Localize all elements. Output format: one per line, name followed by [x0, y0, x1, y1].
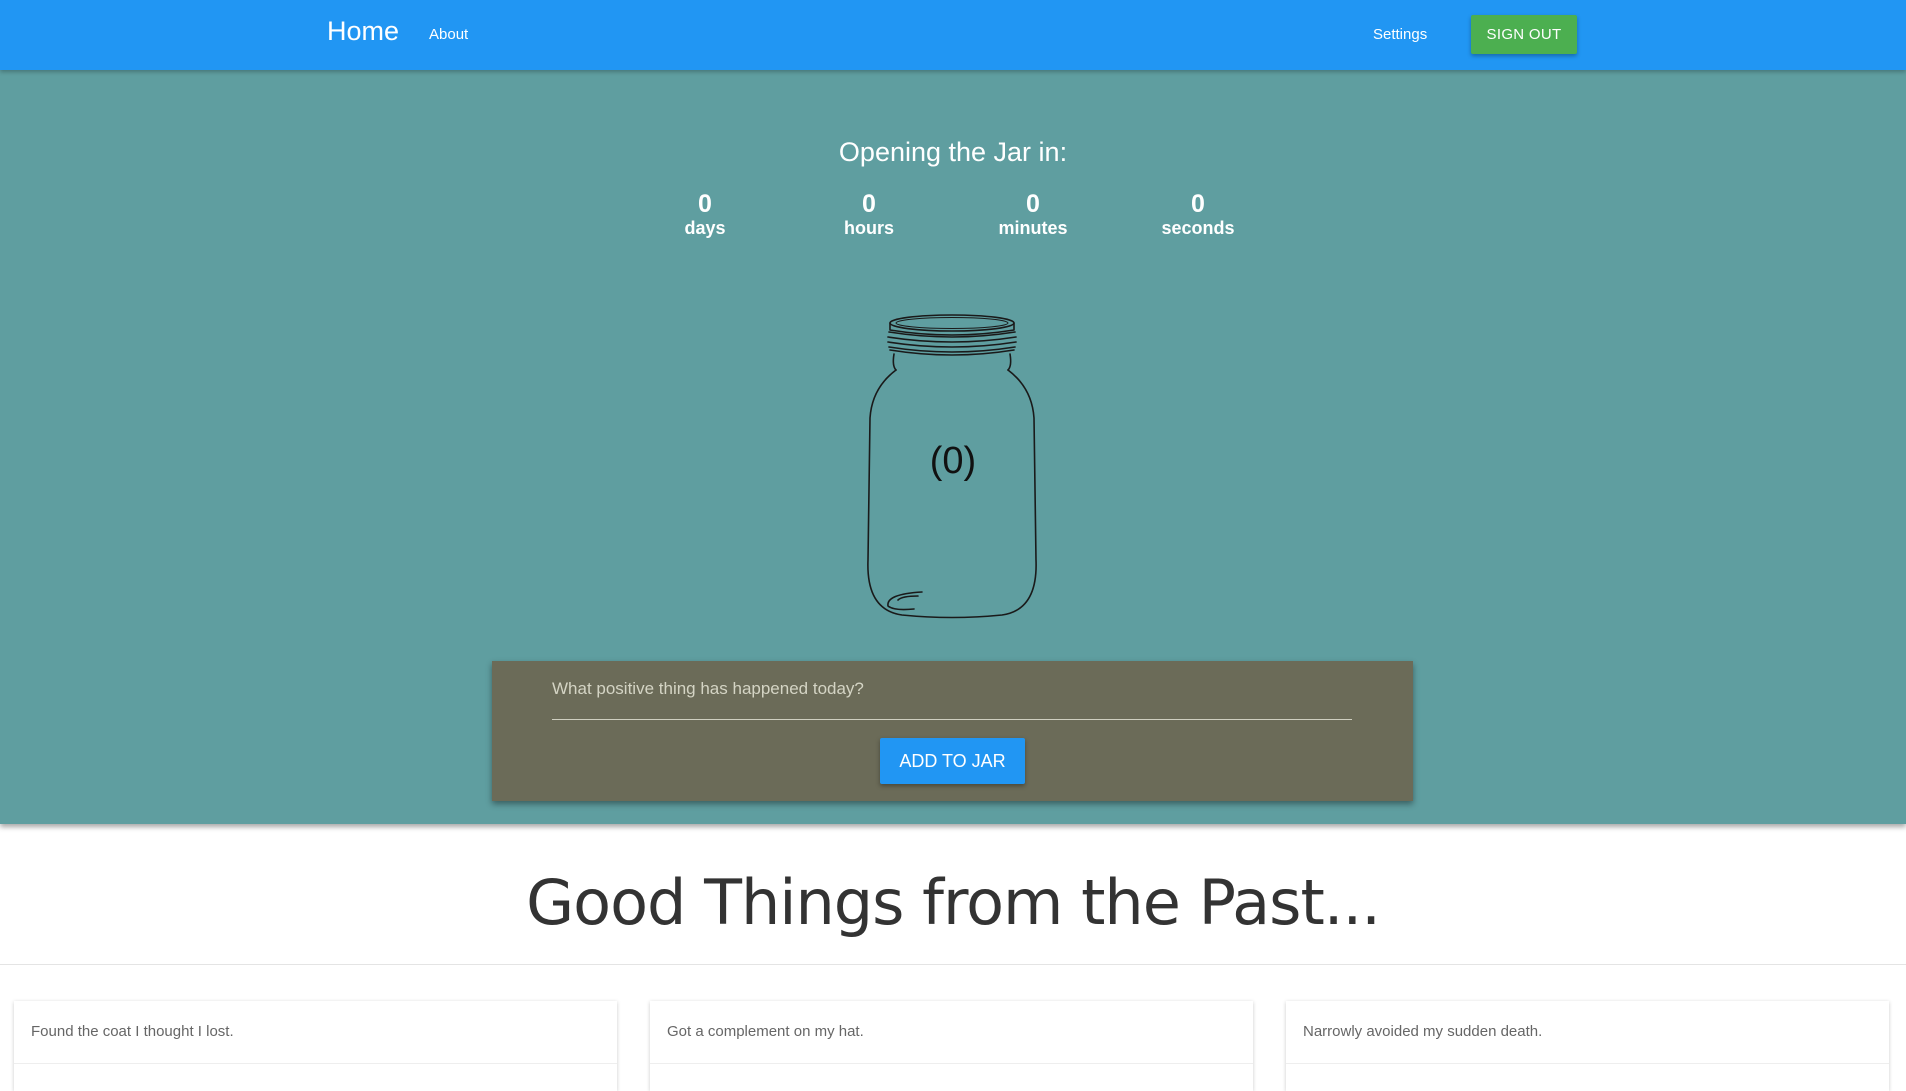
card-divider	[14, 1063, 617, 1064]
sign-out-button[interactable]: SIGN OUT	[1471, 15, 1577, 54]
countdown-minutes-value: 0	[1026, 190, 1040, 218]
nav-about-link[interactable]: About	[429, 26, 468, 43]
past-entry-text: Got a complement on my hat.	[667, 1023, 864, 1040]
card-divider	[1286, 1063, 1889, 1064]
past-entry-card: Got a complement on my hat.	[650, 1001, 1253, 1091]
jar-hero-section: Opening the Jar in: 0 days 0 hours 0 min…	[0, 70, 1906, 824]
past-entry-card: Found the coat I thought I lost.	[14, 1001, 617, 1091]
countdown-hours-value: 0	[862, 190, 876, 218]
countdown-hours: 0 hours	[809, 190, 929, 238]
countdown-days-label: days	[684, 218, 726, 238]
countdown-seconds-value: 0	[1191, 190, 1205, 218]
countdown-days: 0 days	[645, 190, 765, 238]
top-navbar: Home About Settings SIGN OUT	[0, 0, 1906, 70]
countdown-seconds: 0 seconds	[1138, 190, 1258, 238]
add-entry-card: ADD TO JAR	[492, 661, 1413, 801]
countdown-title: Opening the Jar in:	[838, 137, 1068, 167]
card-divider	[650, 1063, 1253, 1064]
nav-settings-link[interactable]: Settings	[1373, 26, 1427, 43]
countdown-hours-label: hours	[843, 218, 894, 238]
past-entry-text: Narrowly avoided my sudden death.	[1303, 1023, 1543, 1040]
past-section-title: Good Things from the Past...	[526, 866, 1381, 939]
past-entry-card: Narrowly avoided my sudden death.	[1286, 1001, 1889, 1091]
jar-item-count: (0)	[929, 440, 977, 482]
section-divider	[0, 964, 1906, 965]
countdown-minutes: 0 minutes	[973, 190, 1093, 238]
countdown-minutes-label: minutes	[998, 218, 1068, 238]
add-to-jar-button[interactable]: ADD TO JAR	[880, 738, 1025, 784]
positive-thing-input[interactable]	[552, 679, 1352, 720]
countdown-days-value: 0	[698, 190, 712, 218]
countdown-seconds-label: seconds	[1161, 218, 1235, 238]
past-entry-text: Found the coat I thought I lost.	[31, 1023, 234, 1040]
nav-home-link[interactable]: Home	[327, 16, 399, 47]
